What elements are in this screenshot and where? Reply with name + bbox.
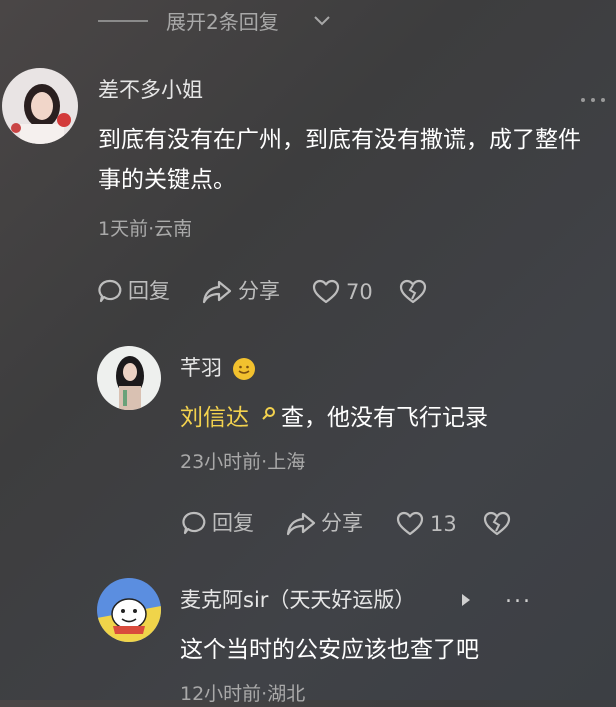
reply-button[interactable]: 回复 xyxy=(212,509,254,537)
like-count: 70 xyxy=(346,280,373,304)
heart-icon[interactable] xyxy=(312,279,340,305)
reply-icon[interactable] xyxy=(97,278,123,304)
comment-meta: 1天前·云南 xyxy=(98,218,193,240)
more-icon[interactable] xyxy=(580,96,606,104)
search-icon[interactable] xyxy=(261,406,277,422)
avatar[interactable] xyxy=(2,68,78,144)
share-icon[interactable] xyxy=(202,279,232,305)
comment-content: 查，他没有飞行记录 xyxy=(281,405,488,431)
comment-content: 到底有没有在广州，到底有没有撒谎，成了整件事的关键点。 xyxy=(98,127,581,193)
comment-content: 这个当时的公安应该也查了吧 xyxy=(180,637,479,663)
play-arrow-icon[interactable] xyxy=(460,592,472,608)
avatar[interactable] xyxy=(97,346,161,410)
dislike-icon[interactable] xyxy=(483,511,511,537)
comment-meta: 12小时前·湖北 xyxy=(180,683,306,705)
avatar[interactable] xyxy=(97,578,161,642)
share-button[interactable]: 分享 xyxy=(238,277,280,305)
comment-username[interactable]: 麦克阿sir（天天好运版） xyxy=(180,586,415,614)
comment-username[interactable]: 芊羽 xyxy=(180,354,222,382)
expand-divider xyxy=(98,20,148,22)
comment-username[interactable]: 差不多小姐 xyxy=(98,76,203,104)
share-button[interactable]: 分享 xyxy=(321,509,363,537)
mention-name[interactable]: 刘信达 xyxy=(180,405,249,431)
smile-badge-icon xyxy=(232,357,256,381)
dislike-icon[interactable] xyxy=(399,279,427,305)
expand-replies-button[interactable]: 展开2条回复 xyxy=(166,8,279,36)
heart-icon[interactable] xyxy=(396,511,424,537)
like-count: 13 xyxy=(430,512,457,536)
reply-icon[interactable] xyxy=(181,510,207,536)
share-icon[interactable] xyxy=(286,511,316,537)
comment-meta: 23小时前·上海 xyxy=(180,451,306,473)
more-button[interactable]: ... xyxy=(505,582,532,610)
mention-link[interactable]: 刘信达 xyxy=(180,398,249,438)
chevron-down-icon[interactable] xyxy=(312,10,332,30)
reply-button[interactable]: 回复 xyxy=(128,277,170,305)
